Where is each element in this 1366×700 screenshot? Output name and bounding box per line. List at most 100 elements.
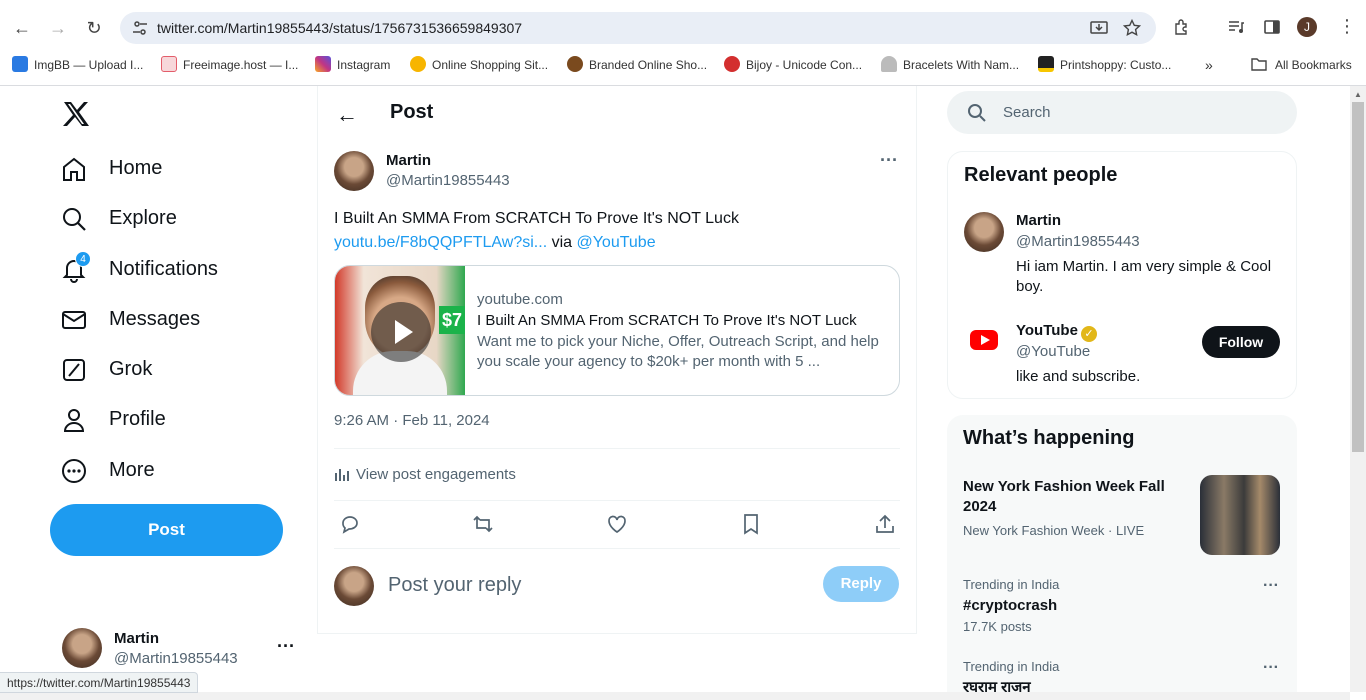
back-arrow-icon[interactable]: ← [10,16,34,40]
trend-item[interactable]: Trending in India रघराम राजन ··· [963,659,1283,692]
grok-icon [63,359,85,381]
browser-toolbar: ← → ↻ twitter.com/Martin19855443/status/… [0,10,1366,46]
bookmark-printshoppy[interactable]: Printshoppy: Custo... [1038,56,1171,74]
back-arrow-icon[interactable]: ← [336,102,358,128]
thumbnail-badge: $7 [439,306,465,334]
via-text: via [547,234,577,251]
horizontal-scrollbar[interactable] [0,692,1350,700]
mention-link[interactable]: @YouTube [576,234,655,251]
author-handle[interactable]: @Martin19855443 [386,172,510,189]
nav-more[interactable]: More [60,450,290,490]
browser-profile-avatar[interactable]: J [1297,17,1317,37]
x-logo-icon[interactable] [62,101,90,127]
site-info-icon[interactable] [132,20,148,36]
trend-item[interactable]: Trending in India #cryptocrash 17.7K pos… [963,577,1283,637]
account-switcher[interactable]: Martin @Martin19855443 ··· [62,628,312,672]
account-name: Martin [114,630,159,647]
browser-chrome: ← → ↻ twitter.com/Martin19855443/status/… [0,0,1366,86]
bookmark-label: Bijoy - Unicode Con... [746,58,863,72]
search-placeholder: Search [1003,104,1051,121]
engagements-label: View post engagements [356,466,516,483]
like-heart-icon[interactable] [606,513,628,535]
imgbb-favicon-icon [12,56,28,72]
reply-button[interactable]: Reply [823,566,899,602]
follow-button[interactable]: Follow [1202,326,1280,358]
author-name[interactable]: Martin [386,152,431,169]
panel-title: Relevant people [964,164,1118,186]
nav-explore[interactable]: Explore [60,198,290,238]
bookmark-instagram[interactable]: Instagram [315,56,390,74]
post-button[interactable]: Post [50,504,283,556]
bookmark-icon[interactable] [740,513,762,535]
address-bar[interactable]: twitter.com/Martin19855443/status/175673… [120,12,1156,44]
more-bookmarks-chevron-icon[interactable]: » [1205,56,1213,74]
panel-title: What’s happening [963,427,1135,449]
shop-favicon-icon [410,56,426,72]
avatar[interactable] [334,151,374,191]
bookmark-branded-shop[interactable]: Branded Online Sho... [567,56,707,74]
bookmark-freeimage[interactable]: Freeimage.host — I... [161,56,298,74]
nav-profile[interactable]: Profile [60,399,290,439]
person-bio: Hi iam Martin. I am very simple & Cool b… [1016,258,1272,295]
more-dots-icon[interactable]: ··· [1263,659,1279,677]
bookmark-label: Online Shopping Sit... [432,58,549,72]
card-title: I Built An SMMA From SCRATCH To Prove It… [477,312,857,329]
scrollbar-thumb[interactable] [1352,102,1364,452]
more-dots-icon: ··· [277,636,295,656]
video-thumbnail: $7 [335,266,465,395]
vertical-scrollbar[interactable]: ▲ [1350,86,1366,692]
nav-home[interactable]: Home [60,148,290,188]
trend-title: New York Fashion Week Fall 2024 [963,478,1165,515]
bookmark-online-shopping[interactable]: Online Shopping Sit... [410,56,548,74]
verified-badge-icon: ✓ [1080,326,1097,342]
search-icon [968,104,986,122]
twitter-page: Home Explore 4 Notifications Messages Gr… [0,86,1350,692]
side-panel-icon[interactable] [1263,18,1281,36]
nav-label: Home [109,157,163,179]
bookmark-label: ImgBB — Upload I... [34,58,144,72]
link-card[interactable]: $7 youtube.com I Built An SMMA From SCRA… [334,265,900,396]
more-dots-icon[interactable]: ··· [880,150,898,171]
nav-label: Profile [109,408,166,430]
bookmark-label: Freeimage.host — I... [183,58,299,72]
nav-label: Explore [109,207,177,229]
repost-icon[interactable] [472,513,494,535]
person-handle: @Martin19855443 [1016,233,1140,250]
bookmark-imgbb[interactable]: ImgBB — Upload I... [12,56,143,74]
forward-arrow-icon[interactable]: → [46,16,70,40]
card-description: Want me to pick your Niche, Offer, Outre… [477,333,879,370]
play-icon[interactable] [371,302,431,362]
nav-grok[interactable]: Grok [60,349,290,389]
bookmark-bracelets[interactable]: Bracelets With Nam... [881,56,1019,74]
reload-icon[interactable]: ↻ [82,16,106,40]
browser-menu-icon[interactable]: ⋮ [1338,16,1356,37]
trend-meta: Trending in India [963,577,1060,592]
bookmark-label: Bracelets With Nam... [903,58,1020,72]
post-timestamp[interactable]: 9:26 AM · Feb 11, 2024 [334,412,490,429]
bookmark-star-icon[interactable] [1123,19,1141,37]
nav-messages[interactable]: Messages [60,299,290,339]
search-input[interactable]: Search [947,91,1297,134]
nav-label: Grok [109,358,153,380]
post-link[interactable]: youtu.be/F8bQQPFTLAw?si... [334,234,547,251]
more-dots-icon[interactable]: ··· [1263,577,1279,595]
person-name: Martin [1016,212,1061,229]
share-icon[interactable] [874,513,896,535]
scroll-up-icon[interactable]: ▲ [1354,90,1362,99]
link-status-bar: https://twitter.com/Martin19855443 [0,672,199,693]
person-martin[interactable]: Martin @Martin19855443 Hi iam Martin. I … [964,212,1284,302]
youtube-logo-icon [964,322,1004,362]
all-bookmarks[interactable]: All Bookmarks [1251,56,1352,74]
bookmark-label: Branded Online Sho... [589,58,708,72]
instagram-favicon-icon [315,56,331,72]
install-app-icon[interactable] [1090,19,1108,37]
nav-label: Notifications [109,258,218,280]
extensions-icon[interactable] [1173,18,1191,36]
reply-icon[interactable] [339,513,361,535]
reply-input[interactable]: Post your reply [388,574,521,597]
bookmark-bijoy[interactable]: Bijoy - Unicode Con... [724,56,862,74]
branded-favicon-icon [567,56,583,72]
view-engagements[interactable]: View post engagements [334,466,516,483]
nav-notifications[interactable]: 4 Notifications [60,249,290,289]
media-queue-icon[interactable] [1227,18,1245,36]
